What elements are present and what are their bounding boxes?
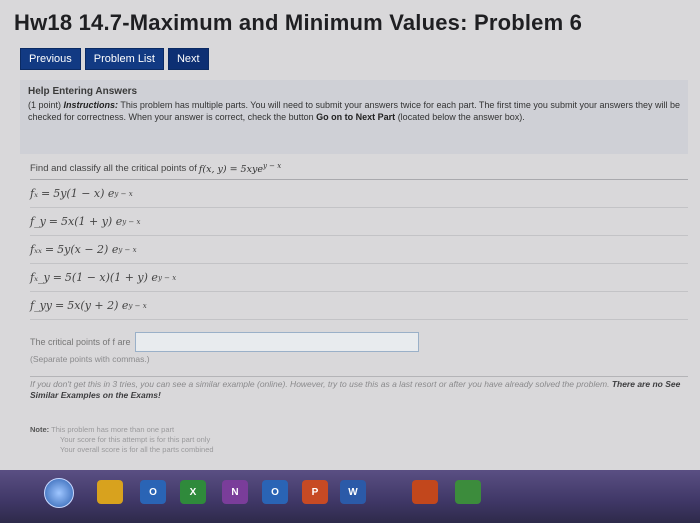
equals-sign: =: [48, 215, 59, 229]
onenote-icon[interactable]: N: [222, 480, 248, 504]
derivative-lhs: f_yy: [30, 299, 52, 313]
instructions-tail: (located below the answer box).: [397, 112, 525, 122]
function-definition: f(x, y) = 5xyey − x: [198, 162, 282, 176]
instructions-label: Instructions:: [63, 100, 119, 110]
hint-text: If you don't get this in 3 tries, you ca…: [30, 379, 610, 390]
excel-icon[interactable]: X: [180, 480, 206, 504]
points-label: (1 point): [28, 100, 62, 110]
outlook-blue-icon[interactable]: O: [262, 480, 288, 504]
derivative-row: fₓ = 5y(1 − x) ey − x: [30, 180, 688, 209]
equals-sign: =: [40, 187, 51, 201]
outlook-icon[interactable]: O: [140, 480, 166, 504]
help-panel: Help Entering Answers (1 point) Instruct…: [20, 80, 688, 154]
derivative-row: f_yy = 5x(y + 2) ey − x: [30, 292, 688, 321]
problem-prompt: Find and classify all the critical point…: [30, 162, 688, 181]
derivative-exponent: y − x: [118, 245, 137, 254]
go-on-next-part-label: Go on to Next Part: [316, 112, 396, 122]
chrome-icon[interactable]: [97, 480, 123, 504]
equals-sign: =: [52, 271, 62, 285]
derivative-rhs: 5x(y + 2) e: [67, 299, 129, 313]
derivative-exponent: y − x: [157, 273, 177, 282]
derivative-rhs: 5x(1 + y) e: [61, 215, 123, 229]
derivative-exponent: y − x: [128, 301, 147, 310]
derivative-row: fₓ_y = 5(1 − x)(1 + y) ey − x: [30, 264, 688, 293]
separate-points-note: (Separate points with commas.): [30, 354, 150, 365]
instructions-text: (1 point) Instructions: This problem has…: [28, 99, 680, 123]
taskbar: OXNOPW: [0, 470, 700, 523]
prompt-text: Find and classify all the critical point…: [30, 163, 197, 175]
app-icon-green[interactable]: [455, 480, 481, 504]
note-line-3: Your overall score is for all the parts …: [60, 445, 214, 454]
app-icon-orange[interactable]: [412, 480, 438, 504]
word-icon[interactable]: W: [340, 480, 366, 504]
derivative-lhs: fₓ: [30, 187, 38, 201]
problem-body: Find and classify all the critical point…: [30, 162, 688, 401]
next-button[interactable]: Next: [167, 48, 209, 70]
derivative-list: fₓ = 5y(1 − x) ey − x f_y = 5x(1 + y) ey − xf…: [30, 180, 688, 321]
powerpoint-icon[interactable]: P: [302, 480, 328, 504]
previous-button[interactable]: Previous: [20, 48, 81, 70]
note-label: Note:: [30, 425, 50, 434]
start-button-icon[interactable]: [44, 478, 74, 508]
derivative-lhs: fₓₓ: [30, 243, 42, 257]
hint-divider: [30, 376, 688, 378]
help-entering-answers-link[interactable]: Help Entering Answers: [28, 86, 680, 98]
derivative-exponent: y − x: [114, 189, 133, 198]
equals-sign: =: [55, 299, 65, 313]
critical-points-row: The critical points of f are: [30, 332, 688, 353]
derivative-exponent: y − x: [122, 217, 141, 226]
critical-points-label: The critical points of f are: [30, 337, 131, 348]
note-block: Note: This problem has more than one par…: [30, 425, 214, 455]
similar-example-hint: If you don't get this in 3 tries, you ca…: [30, 379, 688, 401]
note-line-2: Your score for this attempt is for this …: [60, 435, 211, 444]
derivative-lhs: fₓ_y: [30, 271, 50, 285]
equals-sign: =: [44, 243, 55, 257]
derivative-rhs: 5(1 − x)(1 + y) e: [64, 271, 158, 285]
problem-navigation: Previous Problem List Next: [20, 48, 209, 70]
note-line-1: This problem has more than one part: [51, 425, 175, 434]
critical-points-input[interactable]: [134, 332, 419, 353]
derivative-row: fₓₓ = 5y(x − 2) ey − x: [30, 236, 688, 265]
derivative-row: f_y = 5x(1 + y) ey − x: [30, 208, 688, 237]
derivative-rhs: 5y(x − 2) e: [57, 243, 119, 257]
derivative-lhs: f_y: [30, 215, 46, 229]
derivative-rhs: 5y(1 − x) e: [53, 187, 115, 201]
page-title: Hw18 14.7-Maximum and Minimum Values: Pr…: [14, 10, 583, 35]
problem-list-button[interactable]: Problem List: [84, 48, 164, 70]
